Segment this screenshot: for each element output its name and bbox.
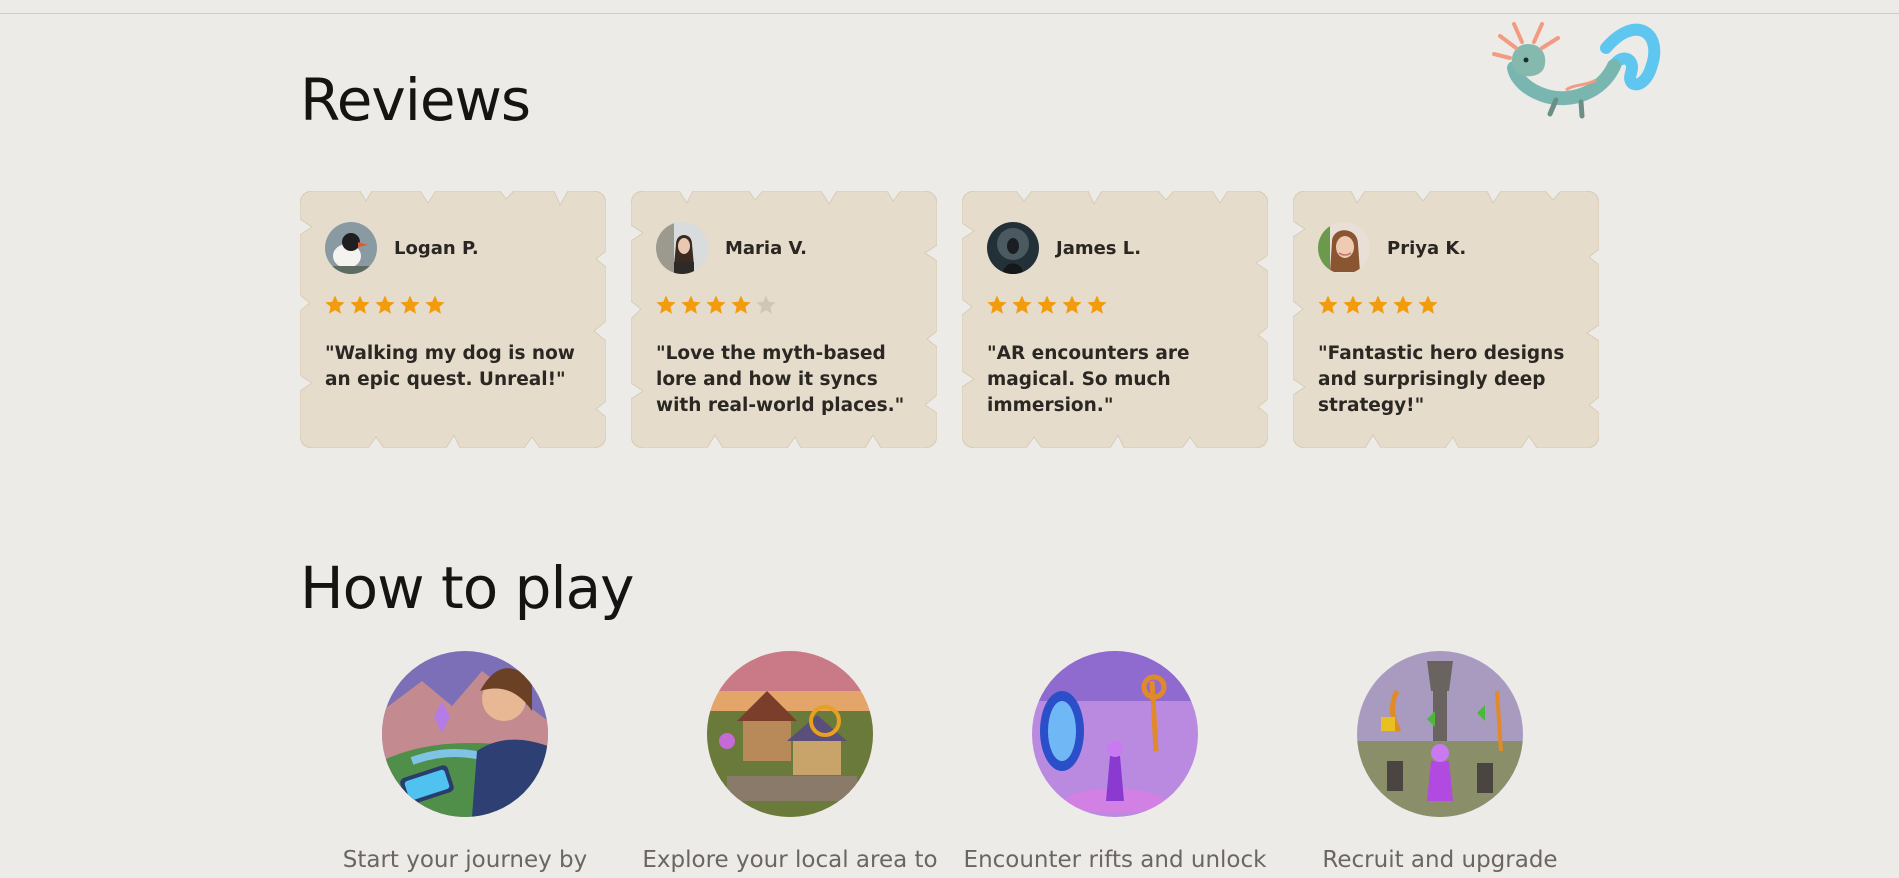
step-description: Start your journey by [342,847,588,873]
review-quote: "Walking my dog is now an epic quest. Un… [325,343,575,390]
reviewer-avatar [325,222,377,274]
star-filled-icon [1418,295,1438,314]
reviewer-name: Maria V. [725,238,807,259]
star-filled-icon [350,295,370,314]
reviewer-avatar [1318,222,1370,274]
reviews-list: Logan P. "Walking my dog is now an epic … [300,191,1600,448]
star-filled-icon [1343,295,1363,314]
star-filled-icon [1368,295,1388,314]
review-quote: "Fantastic hero designs and surprisingly… [1318,343,1565,416]
star-filled-icon [987,295,1007,314]
how-to-play-heading: How to play [300,554,634,622]
reviewer-name: James L. [1056,238,1142,259]
star-filled-icon [1037,295,1057,314]
star-filled-icon [656,295,676,314]
review-card: Maria V. "Love the myth-based lore and h… [631,191,937,448]
how-to-play-steps: Start your journey by Explore your local… [300,651,1600,878]
star-filled-icon [325,295,345,314]
rift-portal-illustration [1032,651,1198,817]
reviewer-avatar [987,222,1039,274]
review-card: Logan P. "Walking my dog is now an epic … [300,191,606,448]
step-item: Start your journey by [300,651,630,873]
review-card: James L. "AR encounters are magical. So … [962,191,1268,448]
step-description: Explore your local area to [642,847,938,873]
star-filled-icon [731,295,751,314]
star-rating [986,294,1108,316]
hero-recruit-illustration [1357,651,1523,817]
reviewer-avatar [656,222,708,274]
axolotl-dragon-mascot [1492,22,1661,119]
village-illustration [707,651,873,817]
review-quote: "Love the myth-based lore and how it syn… [656,343,905,416]
reviewer-name: Logan P. [394,238,479,259]
reviews-heading: Reviews [300,66,531,134]
step-item: Explore your local area to [625,651,955,873]
star-filled-icon [1012,295,1032,314]
step-description: Encounter rifts and unlock [963,847,1267,873]
star-filled-icon [1087,295,1107,314]
star-filled-icon [400,295,420,314]
star-rating [324,294,446,316]
star-filled-icon [681,295,701,314]
step-description: Recruit and upgrade [1322,847,1558,873]
star-filled-icon [1318,295,1338,314]
step-item: Encounter rifts and unlock [950,651,1280,873]
star-filled-icon [375,295,395,314]
hero-phone-illustration [382,651,548,817]
review-card: Priya K. "Fantastic hero designs and sur… [1293,191,1599,448]
star-filled-icon [706,295,726,314]
step-item: Recruit and upgrade [1275,651,1605,873]
star-filled-icon [1393,295,1413,314]
star-empty-icon [756,295,776,314]
reviewer-name: Priya K. [1387,238,1467,259]
top-divider [0,13,1899,14]
star-filled-icon [425,295,445,314]
review-quote: "AR encounters are magical. So much imme… [987,343,1190,416]
star-filled-icon [1062,295,1082,314]
star-rating [1317,294,1439,316]
star-rating [655,294,777,316]
